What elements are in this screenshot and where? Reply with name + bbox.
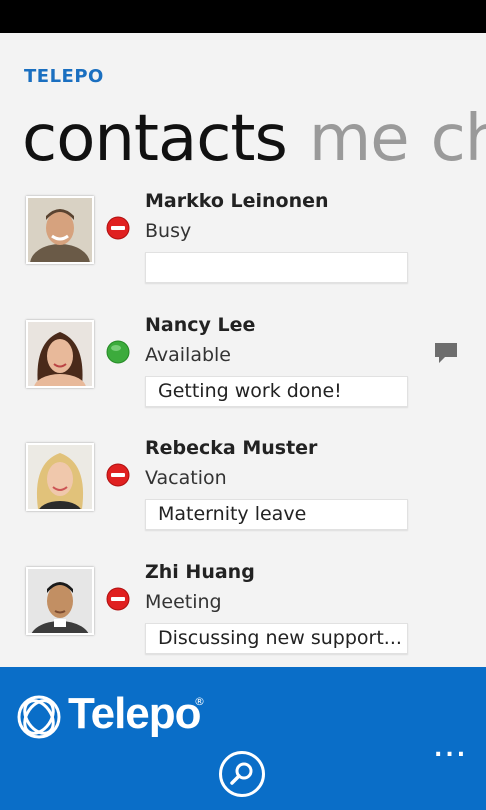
contact-name: Markko Leinonen xyxy=(145,190,329,212)
contact-status: Busy xyxy=(145,220,192,242)
contact-status: Meeting xyxy=(145,591,222,613)
contact-item[interactable]: Rebecka Muster Vacation Maternity leave xyxy=(0,437,486,553)
more-options-button[interactable]: ... xyxy=(434,737,468,762)
pivot-tab-me[interactable]: me xyxy=(309,102,410,176)
search-icon xyxy=(230,762,253,785)
contact-name: Zhi Huang xyxy=(145,561,255,583)
app-bar: Telepo ® ... xyxy=(0,667,486,810)
status-bar xyxy=(0,0,486,33)
contact-item[interactable]: Nancy Lee Available Getting work done! xyxy=(0,314,486,430)
pivot-tab-contacts[interactable]: contacts xyxy=(22,102,288,176)
contact-item[interactable]: Zhi Huang Meeting Discussing new support… xyxy=(0,561,486,677)
registered-mark: ® xyxy=(194,695,205,708)
search-button[interactable] xyxy=(219,751,265,797)
app-brand-title: TELEPO xyxy=(24,66,104,87)
logo-wordmark: Telepo xyxy=(68,689,202,738)
busy-status-icon xyxy=(106,587,130,611)
pivot-header: contacts me ch xyxy=(22,102,486,176)
contact-name: Rebecka Muster xyxy=(145,437,318,459)
contact-note: Discussing new support... xyxy=(145,623,408,654)
contact-avatar xyxy=(26,320,94,388)
available-status-icon xyxy=(106,340,130,364)
contact-status: Vacation xyxy=(145,467,227,489)
contact-avatar xyxy=(26,196,94,264)
busy-status-icon xyxy=(106,463,130,487)
contact-avatar xyxy=(26,567,94,635)
contact-note: Maternity leave xyxy=(145,499,408,530)
telepo-logo-icon xyxy=(17,695,61,739)
contact-avatar xyxy=(26,443,94,511)
contact-item[interactable]: Markko Leinonen Busy xyxy=(0,190,486,306)
contact-name: Nancy Lee xyxy=(145,314,256,336)
busy-status-icon xyxy=(106,216,130,240)
chat-bubble-icon[interactable] xyxy=(433,341,459,365)
contact-note xyxy=(145,252,408,283)
contact-note: Getting work done! xyxy=(145,376,408,407)
pivot-tab-chat[interactable]: ch xyxy=(431,102,486,176)
contact-status: Available xyxy=(145,344,232,366)
